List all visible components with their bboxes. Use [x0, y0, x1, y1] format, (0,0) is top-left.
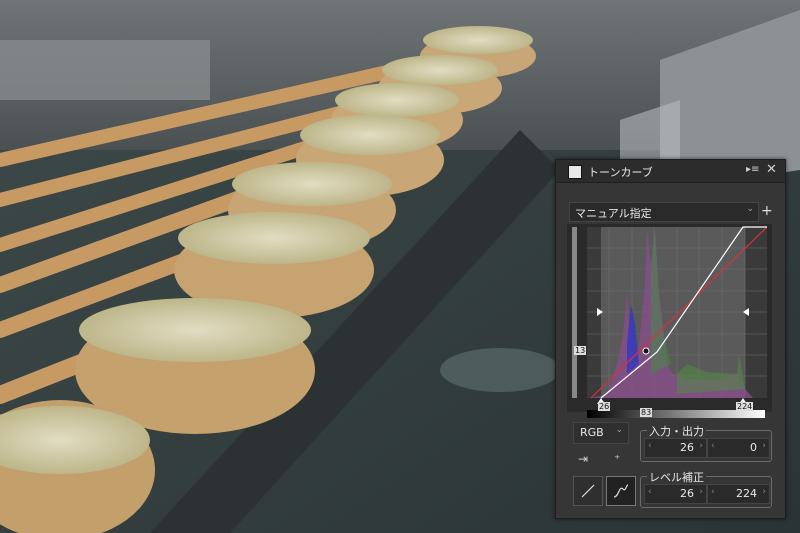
line-mode-button[interactable] [573, 476, 603, 506]
increment-icon[interactable]: › [699, 487, 703, 497]
decrement-icon[interactable]: ‹ [648, 487, 652, 497]
output-value: 0 [750, 441, 757, 454]
decrement-icon[interactable]: ‹ [711, 441, 715, 451]
panel-title: トーンカーブ [588, 166, 653, 179]
io-label: 入力・出力 [647, 423, 706, 439]
curve-control-point[interactable] [642, 347, 650, 355]
add-preset-button[interactable]: + [761, 204, 773, 218]
output-marker-label: 224 [736, 402, 754, 411]
tone-curve-graph[interactable] [567, 224, 772, 412]
level-high-value: 224 [736, 487, 757, 500]
mid-marker-label: 83 [640, 408, 653, 417]
level-low-value: 26 [680, 487, 694, 500]
curve-mode-icon [613, 484, 629, 498]
panel-titlebar[interactable]: トーンカーブ ▸≡ ✕ [556, 160, 785, 183]
level-low-spinner[interactable]: ‹ 26 › [644, 484, 707, 504]
preset-value: マニュアル指定 [575, 207, 652, 220]
input-gradient-bar [587, 410, 765, 418]
preset-select[interactable]: マニュアル指定 ⌄ [569, 202, 759, 222]
input-value: 26 [680, 441, 694, 454]
input-spinner[interactable]: ‹ 26 › [644, 438, 707, 458]
level-group: レベル補正 ‹ 26 › ‹ 224 › [640, 469, 772, 508]
chevron-down-icon: ⌄ [746, 204, 754, 214]
increment-icon[interactable]: › [762, 441, 766, 451]
output-spinner[interactable]: ‹ 0 › [707, 438, 770, 458]
increment-icon[interactable]: › [699, 441, 703, 451]
output-gradient-bar [572, 227, 577, 398]
increment-icon[interactable]: › [762, 487, 766, 497]
tone-curve-icon [568, 165, 582, 179]
decrement-icon[interactable]: ‹ [711, 487, 715, 497]
tone-curve-panel: トーンカーブ ▸≡ ✕ マニュアル指定 ⌄ + 13 26 83 224 RGB… [555, 159, 786, 519]
add-point-icon[interactable]: ⁺ [614, 452, 620, 466]
auto-adjust-icon[interactable]: ⇥ [578, 452, 588, 466]
decrement-icon[interactable]: ‹ [648, 441, 652, 451]
point-marker-label: 13 [574, 346, 587, 355]
line-mode-icon [581, 484, 595, 498]
chevron-down-icon: ⌄ [615, 425, 623, 435]
panel-menu-icon[interactable]: ▸≡ [746, 164, 759, 175]
io-group: 入力・出力 ‹ 26 › ‹ 0 › [640, 423, 772, 462]
channel-value: RGB [580, 426, 604, 439]
level-high-spinner[interactable]: ‹ 224 › [707, 484, 770, 504]
channel-select[interactable]: RGB ⌄ [573, 422, 629, 444]
level-label: レベル補正 [647, 469, 706, 485]
curve-mode-button[interactable] [606, 476, 636, 506]
input-marker-label: 26 [598, 402, 611, 411]
close-icon[interactable]: ✕ [766, 162, 777, 177]
